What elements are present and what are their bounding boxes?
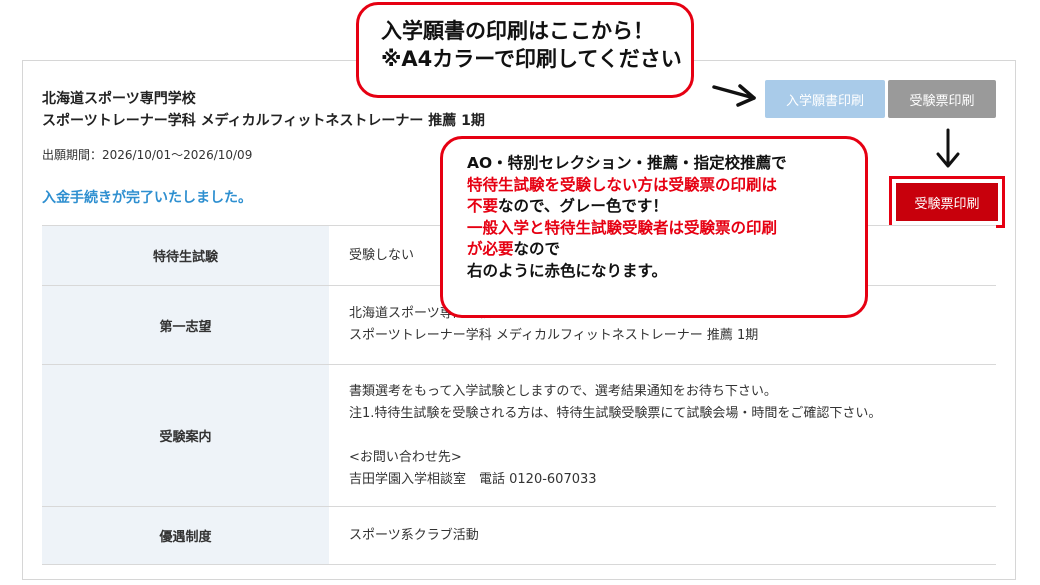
callout-line: が必要なので [467, 239, 865, 261]
value-line: 吉田学園入学相談室 電話 0120-607033 [349, 471, 597, 487]
callout-emphasis: が必要 [467, 240, 514, 258]
value-line: 書類選考をもって入学試験としますので、選考結果通知をお待ち下さい。 [349, 383, 777, 399]
callout-line: 入学願書の印刷はここから！ [381, 19, 654, 43]
callout-emphasis: 不要 [467, 197, 499, 215]
payment-status: 入金手続きが完了いたしました。 [42, 190, 252, 206]
value-line: 注1.特待生試験を受験される方は、特待生試験受験票にて試験会場・時間をご確認下さ… [349, 405, 882, 421]
row-label: 特待生試験 [42, 225, 329, 286]
application-period: 出願期間：2026/10/01〜2026/10/09 [42, 148, 253, 162]
table-row: 受験案内 書類選考をもって入学試験としますので、選考結果通知をお待ち下さい。 注… [42, 364, 996, 507]
row-label: 受験案内 [42, 364, 329, 507]
callout-text: なので、グレー色です！ [498, 197, 668, 215]
callout-line-red: 特待生試験を受験しない方は受験票の印刷は [467, 175, 778, 194]
table-row: 優遇制度 スポーツ系クラブ活動 [42, 506, 996, 565]
row-value: 書類選考をもって入学試験としますので、選考結果通知をお待ち下さい。 注1.特待生… [329, 364, 996, 507]
row-value: スポーツ系クラブ活動 [329, 506, 996, 565]
ticket-print-highlight: 受験票印刷 [889, 176, 1005, 228]
callout-line: AO・特別セレクション・推薦・指定校推薦で [467, 154, 787, 172]
ticket-print-button-red[interactable]: 受験票印刷 [896, 183, 998, 221]
print-instruction-callout: 入学願書の印刷はここから！ ※A4カラーで印刷してください [356, 2, 694, 98]
value-line: スポーツ系クラブ活動 [349, 527, 479, 543]
callout-line-red: 一般入学と特待生試験受験者は受験票の印刷 [467, 218, 778, 237]
callout-line: 右のように赤色になります。 [467, 261, 667, 280]
arrow-right-icon [712, 84, 756, 107]
callout-text: なので [513, 240, 561, 258]
row-label: 第一志望 [42, 285, 329, 365]
callout-line: ※A4カラーで印刷してください [381, 47, 682, 71]
row-label: 優遇制度 [42, 506, 329, 565]
arrow-down-icon [936, 128, 960, 168]
value-line [349, 425, 995, 447]
value-line: スポーツトレーナー学科 メディカルフィットネストレーナー 推薦 1期 [349, 328, 759, 343]
value-line: <お問い合わせ先> [349, 449, 462, 465]
school-name: 北海道スポーツ専門学校 [42, 91, 196, 107]
application-print-button[interactable]: 入学願書印刷 [765, 80, 885, 118]
callout-line: 不要なので、グレー色です！ [467, 196, 865, 218]
course-name: スポーツトレーナー学科 メディカルフィットネストレーナー 推薦 1期 [42, 113, 485, 129]
ticket-print-button-gray[interactable]: 受験票印刷 [888, 80, 996, 118]
ticket-instruction-callout: AO・特別セレクション・推薦・指定校推薦で 特待生試験を受験しない方は受験票の印… [440, 136, 868, 318]
